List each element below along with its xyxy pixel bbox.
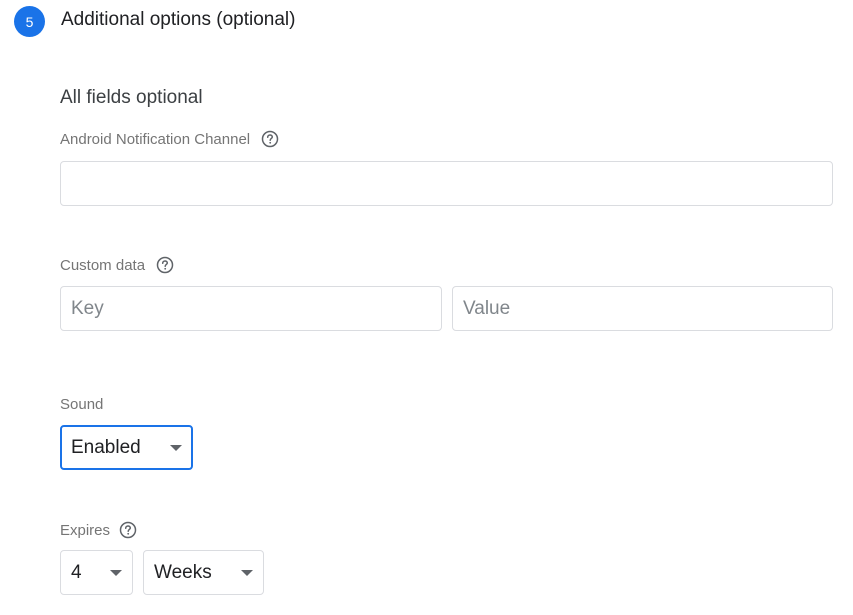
chevron-down-icon — [110, 569, 122, 576]
step-number: 5 — [25, 13, 34, 30]
expires-amount-value: 4 — [71, 561, 82, 583]
chevron-down-icon — [241, 569, 253, 576]
step-number-badge: 5 — [14, 6, 45, 37]
sound-selected-value: Enabled — [71, 436, 141, 458]
chevron-down-icon — [170, 444, 182, 451]
custom-data-key-input[interactable]: Key — [60, 286, 442, 331]
android-channel-label: Android Notification Channel — [60, 130, 251, 148]
custom-data-label-row: Custom data — [60, 256, 174, 274]
expires-unit-select[interactable]: Weeks — [143, 550, 264, 595]
section-heading: All fields optional — [60, 87, 203, 108]
custom-data-label: Custom data — [60, 256, 146, 274]
step-title[interactable]: Additional options (optional) — [61, 9, 296, 31]
sound-select[interactable]: Enabled — [60, 425, 193, 470]
help-circle-icon[interactable] — [156, 256, 174, 274]
expires-unit-value: Weeks — [154, 561, 212, 583]
android-channel-label-row: Android Notification Channel — [60, 130, 279, 148]
expires-amount-select[interactable]: 4 — [60, 550, 133, 595]
help-circle-icon[interactable] — [119, 521, 137, 539]
custom-data-key-placeholder: Key — [71, 297, 104, 319]
android-channel-input[interactable] — [60, 161, 833, 206]
additional-options-panel: 5 Additional options (optional) All fiel… — [0, 0, 853, 615]
custom-data-value-placeholder: Value — [463, 297, 511, 319]
sound-label: Sound — [60, 396, 104, 413]
help-circle-icon[interactable] — [261, 130, 279, 148]
custom-data-value-input[interactable]: Value — [452, 286, 833, 331]
expires-label: Expires — [60, 521, 111, 539]
sound-label-row: Sound — [60, 396, 103, 413]
expires-label-row: Expires — [60, 521, 137, 539]
